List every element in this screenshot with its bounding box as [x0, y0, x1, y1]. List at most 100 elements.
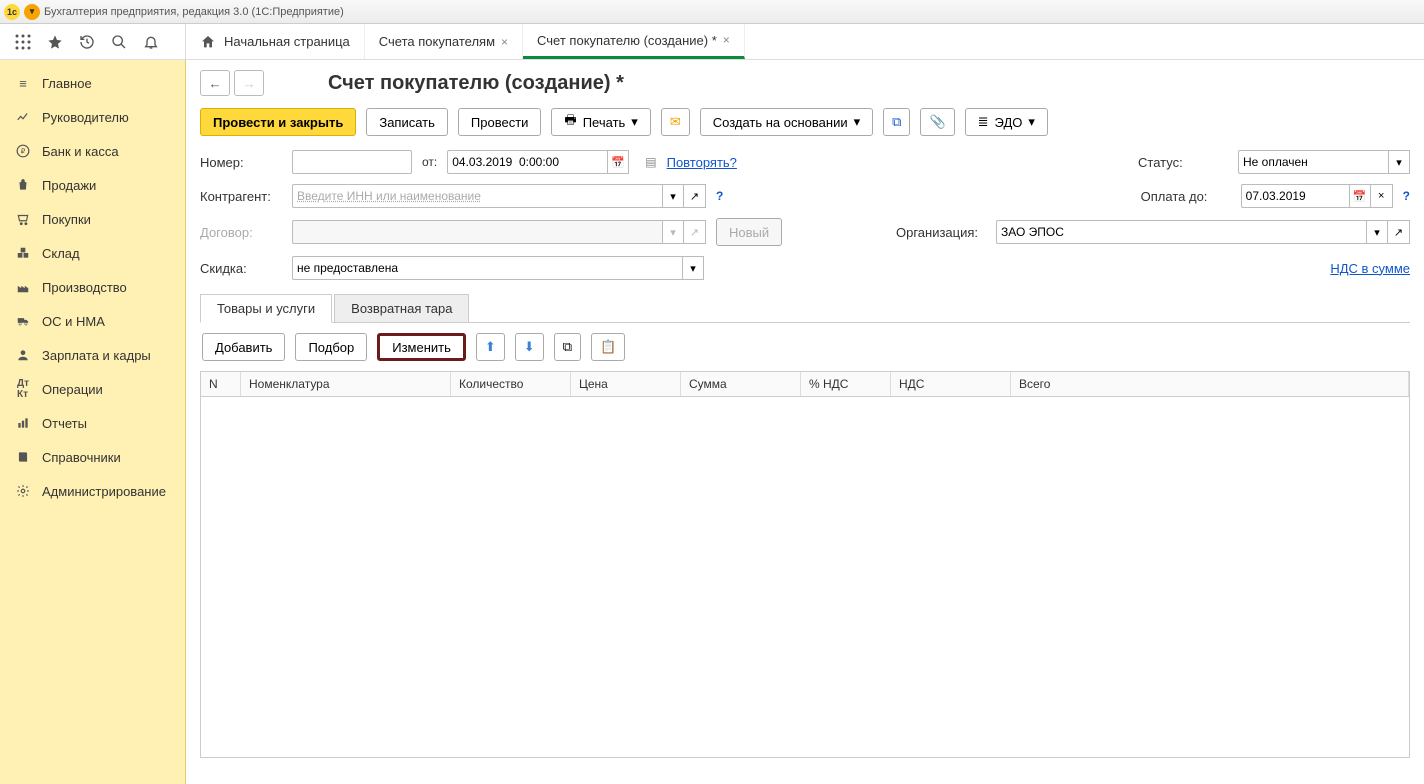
counterparty-input[interactable]: [292, 184, 662, 208]
col-item[interactable]: Номенклатура: [241, 372, 451, 396]
post-and-close-button[interactable]: Провести и закрыть: [200, 108, 356, 136]
chart-icon: [14, 108, 32, 126]
person-icon: [14, 346, 32, 364]
col-price[interactable]: Цена: [571, 372, 681, 396]
col-vat-pct[interactable]: % НДС: [801, 372, 891, 396]
move-up-button[interactable]: ⬆: [476, 333, 505, 361]
back-button[interactable]: ←: [200, 70, 230, 96]
boxes-icon: [14, 244, 32, 262]
vat-link[interactable]: НДС в сумме: [1330, 261, 1410, 276]
list-icon: ≣: [978, 114, 989, 130]
hamburger-icon: ≡: [14, 74, 32, 92]
org-label: Организация:: [896, 225, 986, 240]
chevron-down-icon: ▾: [1028, 114, 1035, 130]
paste-button[interactable]: 📋: [591, 333, 625, 361]
add-row-button[interactable]: Добавить: [202, 333, 285, 361]
help-icon[interactable]: ?: [1403, 189, 1410, 203]
sidebar-item-sales[interactable]: Продажи: [0, 168, 185, 202]
discount-label: Скидка:: [200, 261, 282, 276]
edo-button[interactable]: ≣ЭДО▾: [965, 108, 1048, 136]
tab-home[interactable]: Начальная страница: [186, 24, 365, 59]
copy-button[interactable]: ⧉: [554, 333, 581, 361]
discount-dropdown[interactable]: ▾: [682, 256, 704, 280]
col-sum[interactable]: Сумма: [681, 372, 801, 396]
mail-icon: ✉: [670, 114, 681, 130]
change-button[interactable]: Изменить: [377, 333, 466, 361]
sidebar-item-warehouse[interactable]: Склад: [0, 236, 185, 270]
star-icon[interactable]: [46, 33, 64, 51]
tab-invoices-label: Счета покупателям: [379, 34, 495, 49]
bell-icon[interactable]: [142, 33, 160, 51]
discount-select[interactable]: [292, 256, 682, 280]
tab-current[interactable]: Счет покупателю (создание) * ×: [523, 24, 745, 59]
sidebar-item-admin[interactable]: Администрирование: [0, 474, 185, 508]
app-icon-1c: 1c: [4, 4, 20, 20]
sidebar-item-reports[interactable]: Отчеты: [0, 406, 185, 440]
repeat-icon[interactable]: ▤: [645, 155, 656, 169]
sidebar-item-catalogs[interactable]: Справочники: [0, 440, 185, 474]
help-icon[interactable]: ?: [716, 189, 723, 203]
sidebar-item-assets[interactable]: ОС и НМА: [0, 304, 185, 338]
history-icon[interactable]: [78, 33, 96, 51]
org-open[interactable]: ↗: [1388, 220, 1410, 244]
forward-button[interactable]: →: [234, 70, 264, 96]
main-toolbar: Начальная страница Счета покупателям × С…: [0, 24, 1424, 60]
move-down-button[interactable]: ⬇: [515, 333, 544, 361]
structure-button[interactable]: ⧉: [883, 108, 910, 136]
tab-goods[interactable]: Товары и услуги: [200, 294, 332, 323]
col-total[interactable]: Всего: [1011, 372, 1409, 396]
post-button[interactable]: Провести: [458, 108, 542, 136]
repeat-link[interactable]: Повторять?: [667, 155, 737, 170]
print-button[interactable]: 🖶Печать▾: [551, 108, 650, 136]
number-input[interactable]: [292, 150, 412, 174]
payment-clear[interactable]: ×: [1371, 184, 1393, 208]
command-bar: Провести и закрыть Записать Провести 🖶Пе…: [200, 108, 1410, 136]
paste-icon: 📋: [600, 339, 616, 355]
dropdown-icon[interactable]: ▾: [24, 4, 40, 20]
counterparty-dropdown[interactable]: ▾: [662, 184, 684, 208]
tabs: Начальная страница Счета покупателям × С…: [186, 24, 745, 59]
titlebar-text: Бухгалтерия предприятия, редакция 3.0 (1…: [44, 6, 344, 18]
save-button[interactable]: Записать: [366, 108, 448, 136]
status-select[interactable]: [1238, 150, 1388, 174]
grid-body[interactable]: [201, 397, 1409, 757]
bag-icon: [14, 176, 32, 194]
structure-icon: ⧉: [892, 114, 901, 130]
sidebar-item-purchases[interactable]: Покупки: [0, 202, 185, 236]
col-qty[interactable]: Количество: [451, 372, 571, 396]
svg-text:₽: ₽: [21, 147, 26, 155]
create-based-button[interactable]: Создать на основании▾: [700, 108, 873, 136]
sidebar-item-salary[interactable]: Зарплата и кадры: [0, 338, 185, 372]
attach-button[interactable]: 📎: [920, 108, 954, 136]
table-toolbar: Добавить Подбор Изменить ⬆ ⬇ ⧉ 📋: [200, 323, 1410, 371]
sidebar-item-manager[interactable]: Руководителю: [0, 100, 185, 134]
sidebar-item-bank[interactable]: ₽Банк и касса: [0, 134, 185, 168]
tab-invoices[interactable]: Счета покупателям ×: [365, 24, 523, 59]
close-icon[interactable]: ×: [723, 33, 730, 47]
tab-returnable[interactable]: Возвратная тара: [334, 294, 469, 322]
mail-button[interactable]: ✉: [661, 108, 690, 136]
sidebar-item-main[interactable]: ≡Главное: [0, 66, 185, 100]
payment-calendar[interactable]: 📅: [1349, 184, 1371, 208]
payment-label: Оплата до:: [1141, 189, 1231, 204]
truck-icon: [14, 312, 32, 330]
close-icon[interactable]: ×: [501, 35, 508, 49]
sidebar-item-operations[interactable]: ДтКтОперации: [0, 372, 185, 406]
contract-input: [292, 220, 662, 244]
org-input[interactable]: [996, 220, 1366, 244]
select-button[interactable]: Подбор: [295, 333, 367, 361]
status-label: Статус:: [1138, 155, 1228, 170]
status-dropdown[interactable]: ▾: [1388, 150, 1410, 174]
calendar-button[interactable]: 📅: [607, 150, 629, 174]
col-n[interactable]: N: [201, 372, 241, 396]
counterparty-open[interactable]: ↗: [684, 184, 706, 208]
search-icon[interactable]: [110, 33, 128, 51]
sidebar-item-production[interactable]: Производство: [0, 270, 185, 304]
apps-icon[interactable]: [14, 33, 32, 51]
date-input[interactable]: [447, 150, 607, 174]
calendar-icon: 📅: [611, 156, 625, 169]
number-label: Номер:: [200, 155, 282, 170]
col-vat[interactable]: НДС: [891, 372, 1011, 396]
org-dropdown[interactable]: ▾: [1366, 220, 1388, 244]
payment-date-input[interactable]: [1241, 184, 1349, 208]
